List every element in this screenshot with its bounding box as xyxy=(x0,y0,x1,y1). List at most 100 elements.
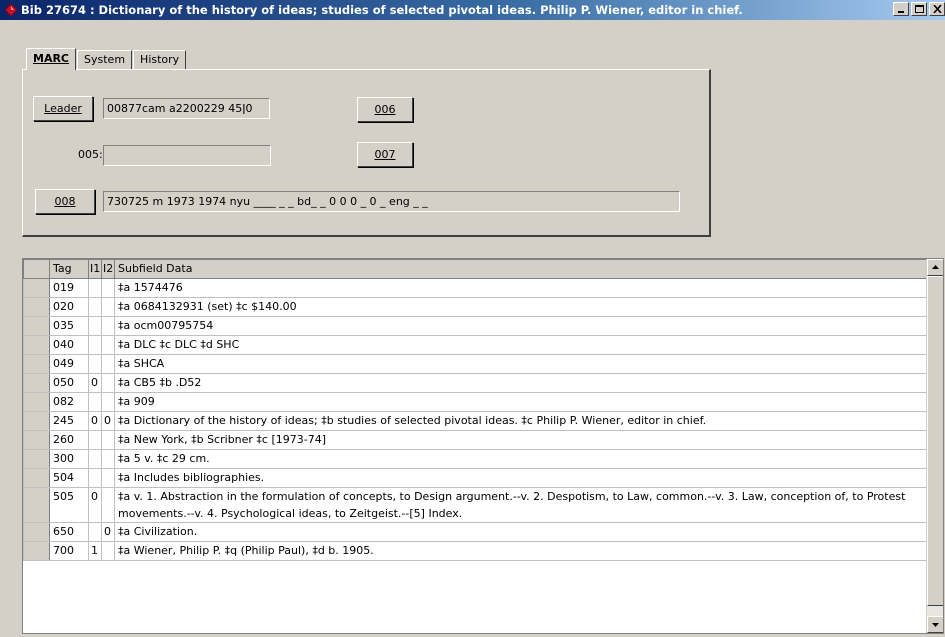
i1-cell[interactable] xyxy=(88,430,102,450)
i1-cell[interactable]: 0 xyxy=(88,373,102,393)
table-row[interactable]: 504 ‡a Includes bibliographies. xyxy=(23,468,927,488)
i2-cell[interactable] xyxy=(101,354,115,374)
table-row[interactable]: 650 0 ‡a Civilization. xyxy=(23,522,927,542)
table-row[interactable]: 035 ‡a ocm00795754 xyxy=(23,316,927,336)
tag-column-header[interactable]: Tag xyxy=(49,259,89,279)
scroll-up-arrow-icon[interactable] xyxy=(927,259,943,276)
i1-cell[interactable] xyxy=(88,316,102,336)
window-titlebar[interactable]: Bib 27674 : Dictionary of the history of… xyxy=(0,0,945,20)
i2-cell[interactable] xyxy=(101,541,115,561)
tag-cell[interactable]: 650 xyxy=(49,522,89,542)
table-row[interactable]: 082 ‡a 909 xyxy=(23,392,927,412)
subfield-data-cell[interactable]: ‡a Civilization. xyxy=(114,522,927,542)
subfield-data-cell[interactable]: ‡a Includes bibliographies. xyxy=(114,468,927,488)
table-row[interactable]: 700 1 ‡a Wiener, Philip P. ‡q (Philip Paul… xyxy=(23,541,927,561)
table-row[interactable]: 505 0 ‡a v. 1. Abstraction in the formulat… xyxy=(23,487,927,523)
i1-cell[interactable] xyxy=(88,297,102,317)
tab-marc[interactable]: MARC xyxy=(26,48,77,70)
table-row[interactable]: 050 0 ‡a CB5 ‡b .D52 xyxy=(23,373,927,393)
scroll-down-arrow-icon[interactable] xyxy=(927,616,943,633)
subfield-data-cell[interactable]: ‡a ocm00795754 xyxy=(114,316,927,336)
i1-cell[interactable]: 0 xyxy=(88,411,102,431)
subfield-data-cell[interactable]: ‡a 1574476 xyxy=(114,278,927,298)
i2-cell[interactable]: 0 xyxy=(101,522,115,542)
maximize-icon[interactable] xyxy=(911,2,927,16)
i2-cell[interactable]: 0 xyxy=(101,411,115,431)
table-row[interactable]: 020 ‡a 0684132931 (set) ‡c $140.00 xyxy=(23,297,927,317)
subfield-data-cell[interactable]: ‡a 5 v. ‡c 29 cm. xyxy=(114,449,927,469)
row-selector-cell[interactable] xyxy=(23,335,50,355)
row-selector-cell[interactable] xyxy=(23,541,50,561)
close-icon[interactable] xyxy=(929,2,945,16)
row-selector-cell[interactable] xyxy=(23,449,50,469)
subfield-data-cell[interactable]: ‡a DLC ‡c DLC ‡d SHC xyxy=(114,335,927,355)
i2-cell[interactable] xyxy=(101,392,115,412)
tab-history[interactable]: History xyxy=(133,50,187,70)
i2-cell[interactable] xyxy=(101,278,115,298)
007-button[interactable]: 007 xyxy=(357,142,413,167)
subfield-data-cell[interactable]: ‡a 0684132931 (set) ‡c $140.00 xyxy=(114,297,927,317)
subfield-data-column-header[interactable]: Subfield Data xyxy=(114,259,927,279)
i2-column-header[interactable]: I2 xyxy=(101,259,115,279)
i2-cell[interactable] xyxy=(101,449,115,469)
tag-cell[interactable]: 505 xyxy=(49,487,89,523)
i2-cell[interactable] xyxy=(101,316,115,336)
tag-cell[interactable]: 700 xyxy=(49,541,89,561)
tag-cell[interactable]: 050 xyxy=(49,373,89,393)
row-selector-cell[interactable] xyxy=(23,316,50,336)
table-row[interactable]: 019 ‡a 1574476 xyxy=(23,278,927,298)
subfield-data-cell[interactable]: ‡a New York, ‡b Scribner ‡c [1973-74] xyxy=(114,430,927,450)
subfield-data-cell[interactable]: ‡a 909 xyxy=(114,392,927,412)
008-button[interactable]: 008 xyxy=(35,189,95,214)
i1-cell[interactable] xyxy=(88,335,102,355)
tag-cell[interactable]: 300 xyxy=(49,449,89,469)
i1-cell[interactable]: 1 xyxy=(88,541,102,561)
i1-cell[interactable] xyxy=(88,354,102,374)
marc-variable-fields-grid[interactable]: Tag I1 I2 Subfield Data 019 ‡a 1574476 020… xyxy=(22,258,944,634)
row-selector-cell[interactable] xyxy=(23,487,50,523)
row-selector-cell[interactable] xyxy=(23,278,50,298)
i1-cell[interactable] xyxy=(88,392,102,412)
tag-cell[interactable]: 082 xyxy=(49,392,89,412)
i1-cell[interactable] xyxy=(88,278,102,298)
table-row[interactable]: 245 0 0 ‡a Dictionary of the history of ide… xyxy=(23,411,927,431)
row-selector-cell[interactable] xyxy=(23,354,50,374)
subfield-data-cell[interactable]: ‡a SHCA xyxy=(114,354,927,374)
table-row[interactable]: 300 ‡a 5 v. ‡c 29 cm. xyxy=(23,449,927,469)
005-field[interactable] xyxy=(103,145,271,166)
tag-cell[interactable]: 035 xyxy=(49,316,89,336)
leader-field[interactable]: 00877cam a2200229 45ǀ0 xyxy=(103,98,270,119)
006-button[interactable]: 006 xyxy=(357,97,413,122)
leader-button[interactable]: Leader xyxy=(33,96,93,121)
i2-cell[interactable] xyxy=(101,297,115,317)
i1-cell[interactable] xyxy=(88,468,102,488)
row-selector-cell[interactable] xyxy=(23,392,50,412)
row-selector-cell[interactable] xyxy=(23,430,50,450)
table-row[interactable]: 260 ‡a New York, ‡b Scribner ‡c [1973-74] xyxy=(23,430,927,450)
i2-cell[interactable] xyxy=(101,430,115,450)
i2-cell[interactable] xyxy=(101,468,115,488)
i2-cell[interactable] xyxy=(101,373,115,393)
tag-cell[interactable]: 049 xyxy=(49,354,89,374)
row-selector-cell[interactable] xyxy=(23,411,50,431)
tag-cell[interactable]: 245 xyxy=(49,411,89,431)
tag-cell[interactable]: 019 xyxy=(49,278,89,298)
008-field[interactable]: 730725 m 1973 1974 nyu ____ _ _ bd_ _ 0 … xyxy=(103,191,680,212)
tag-cell[interactable]: 020 xyxy=(49,297,89,317)
i1-cell[interactable] xyxy=(88,522,102,542)
minimize-icon[interactable] xyxy=(893,2,909,16)
i1-cell[interactable] xyxy=(88,449,102,469)
row-selector-cell[interactable] xyxy=(23,373,50,393)
subfield-data-cell[interactable]: ‡a Dictionary of the history of ideas; ‡… xyxy=(114,411,927,431)
vertical-scrollbar[interactable] xyxy=(926,259,943,633)
subfield-data-cell[interactable]: ‡a Wiener, Philip P. ‡q (Philip Paul), ‡… xyxy=(114,541,927,561)
i1-column-header[interactable]: I1 xyxy=(88,259,102,279)
row-selector-cell[interactable] xyxy=(23,468,50,488)
subfield-data-cell[interactable]: ‡a v. 1. Abstraction in the formulation … xyxy=(114,487,927,523)
row-selector-cell[interactable] xyxy=(23,297,50,317)
subfield-data-cell[interactable]: ‡a CB5 ‡b .D52 xyxy=(114,373,927,393)
tag-cell[interactable]: 040 xyxy=(49,335,89,355)
tag-cell[interactable]: 260 xyxy=(49,430,89,450)
i2-cell[interactable] xyxy=(101,487,115,523)
tab-system[interactable]: System xyxy=(77,50,133,70)
